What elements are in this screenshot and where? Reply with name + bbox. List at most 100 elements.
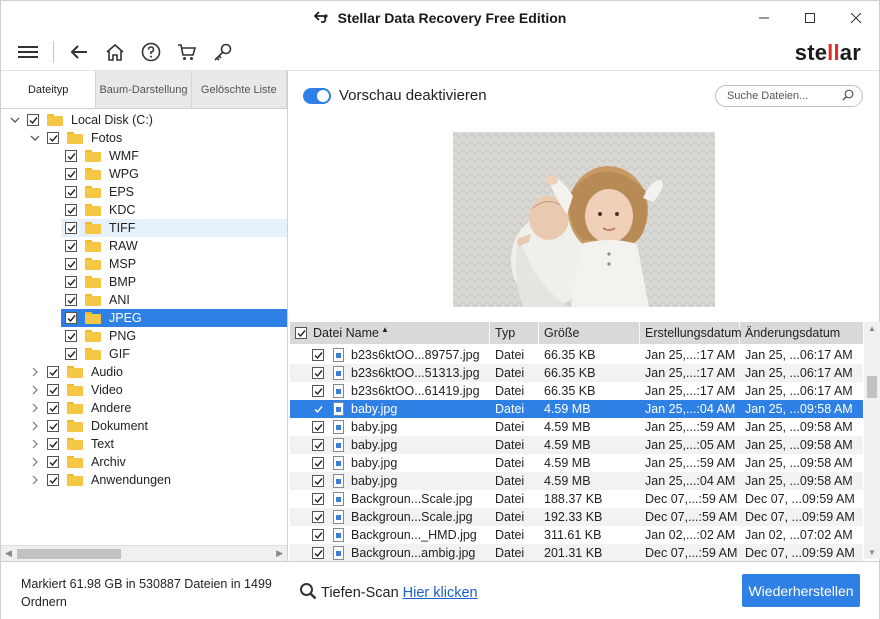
- tree-item-wpg[interactable]: WPG: [61, 165, 287, 183]
- tree-item-fotos[interactable]: Fotos: [1, 129, 287, 147]
- tree-item-checkbox[interactable]: [47, 420, 59, 432]
- tree-item-checkbox[interactable]: [65, 150, 77, 162]
- table-row[interactable]: baby.jpg Datei 4.59 MB Jan 25,...:59 AM Jan …: [290, 418, 863, 436]
- tab-dateityp[interactable]: Dateityp: [1, 71, 97, 108]
- help-icon[interactable]: [140, 41, 162, 63]
- table-row[interactable]: b23s6ktOO...51313.jpg Datei 66.35 KB Jan 25…: [290, 364, 863, 382]
- chevron-right-icon[interactable]: [29, 402, 41, 414]
- scrollbar-thumb[interactable]: [867, 376, 877, 398]
- row-checkbox[interactable]: [312, 439, 324, 451]
- table-row[interactable]: Backgroun...ambig.jpg Datei 201.31 KB Dec 0…: [290, 544, 863, 562]
- tree-item-checkbox[interactable]: [27, 114, 39, 126]
- tree-item-checkbox[interactable]: [47, 402, 59, 414]
- home-icon[interactable]: [104, 41, 126, 63]
- scrollbar-thumb[interactable]: [17, 549, 121, 559]
- scroll-up-icon[interactable]: ▲: [868, 324, 876, 333]
- minimize-button[interactable]: [741, 1, 787, 34]
- tree-item-checkbox[interactable]: [47, 384, 59, 396]
- tab-baum-darstellung[interactable]: Baum-Darstellung: [96, 71, 192, 108]
- search-icon[interactable]: [842, 89, 854, 104]
- row-checkbox[interactable]: [312, 547, 324, 559]
- chevron-right-icon[interactable]: [29, 384, 41, 396]
- key-icon[interactable]: [212, 41, 234, 63]
- chevron-right-icon[interactable]: [29, 474, 41, 486]
- tree-item-checkbox[interactable]: [47, 474, 59, 486]
- chevron-down-icon[interactable]: [29, 132, 41, 144]
- row-checkbox[interactable]: [312, 457, 324, 469]
- tree-item-bmp[interactable]: BMP: [61, 273, 287, 291]
- tree-item-eps[interactable]: EPS: [61, 183, 287, 201]
- preview-toggle[interactable]: [303, 87, 331, 104]
- column-header-name[interactable]: Datei Name ▲: [290, 322, 490, 344]
- tree-item-checkbox[interactable]: [65, 258, 77, 270]
- chevron-right-icon[interactable]: [29, 438, 41, 450]
- tree-item-checkbox[interactable]: [65, 186, 77, 198]
- row-checkbox[interactable]: [312, 493, 324, 505]
- tree-item-audio[interactable]: Audio: [1, 363, 287, 381]
- deep-scan-link[interactable]: Hier klicken: [403, 585, 478, 601]
- chevron-right-icon[interactable]: [29, 420, 41, 432]
- tree-item-checkbox[interactable]: [65, 276, 77, 288]
- row-checkbox[interactable]: [312, 511, 324, 523]
- tree-item-anwendungen[interactable]: Anwendungen: [1, 471, 287, 489]
- chevron-down-icon[interactable]: [9, 114, 21, 126]
- maximize-button[interactable]: [787, 1, 833, 34]
- row-checkbox[interactable]: [312, 349, 324, 361]
- column-header-modified[interactable]: Änderungsdatum: [740, 322, 863, 344]
- tab-geloeschte-liste[interactable]: Gelöschte Liste: [191, 71, 287, 108]
- search-input[interactable]: Suche Dateien...: [715, 85, 863, 107]
- table-row[interactable]: baby.jpg Datei 4.59 MB Jan 25,...:59 AM Jan …: [290, 454, 863, 472]
- tree-item-jpeg[interactable]: JPEG: [61, 309, 287, 327]
- file-list-vertical-scrollbar[interactable]: ▲ ▼: [864, 322, 880, 559]
- tree-item-checkbox[interactable]: [65, 168, 77, 180]
- table-row[interactable]: baby.jpg Datei 4.59 MB Jan 25,...:04 AM Jan …: [290, 472, 863, 490]
- tree-item-video[interactable]: Video: [1, 381, 287, 399]
- tree-item-png[interactable]: PNG: [61, 327, 287, 345]
- tree-item-checkbox[interactable]: [65, 204, 77, 216]
- table-row[interactable]: b23s6ktOO...61419.jpg Datei 66.35 KB Jan 25…: [290, 382, 863, 400]
- table-row[interactable]: baby.jpg Datei 4.59 MB Jan 25,...:04 AM Jan …: [290, 400, 863, 418]
- scroll-down-icon[interactable]: ▼: [868, 548, 876, 557]
- tree-item-text[interactable]: Text: [1, 435, 287, 453]
- tree-item-checkbox[interactable]: [65, 330, 77, 342]
- tree-item-checkbox[interactable]: [65, 240, 77, 252]
- tree-item-checkbox[interactable]: [65, 294, 77, 306]
- tree-item-local-disk-c[interactable]: Local Disk (C:): [1, 111, 287, 129]
- row-checkbox[interactable]: [312, 529, 324, 541]
- chevron-right-icon[interactable]: [29, 456, 41, 468]
- column-header-created[interactable]: Erstellungsdatum: [640, 322, 742, 344]
- tree-item-dokument[interactable]: Dokument: [1, 417, 287, 435]
- tree-item-checkbox[interactable]: [65, 222, 77, 234]
- column-header-type[interactable]: Typ: [490, 322, 539, 344]
- chevron-right-icon[interactable]: [29, 366, 41, 378]
- close-button[interactable]: [833, 1, 879, 34]
- select-all-checkbox[interactable]: [295, 327, 307, 339]
- row-checkbox[interactable]: [312, 421, 324, 433]
- tree-item-checkbox[interactable]: [65, 312, 77, 324]
- table-row[interactable]: b23s6ktOO...89757.jpg Datei 66.35 KB Jan 25…: [290, 346, 863, 364]
- row-checkbox[interactable]: [312, 403, 324, 415]
- row-checkbox[interactable]: [312, 475, 324, 487]
- table-row[interactable]: Backgroun...Scale.jpg Datei 192.33 KB Dec 0…: [290, 508, 863, 526]
- cart-icon[interactable]: [176, 41, 198, 63]
- tree-item-raw[interactable]: RAW: [61, 237, 287, 255]
- tree-item-msp[interactable]: MSP: [61, 255, 287, 273]
- tree-item-checkbox[interactable]: [47, 456, 59, 468]
- tree-horizontal-scrollbar[interactable]: ◀ ▶: [1, 545, 287, 561]
- tree-item-checkbox[interactable]: [47, 366, 59, 378]
- recover-button[interactable]: Wiederherstellen: [742, 574, 860, 607]
- tree-item-checkbox[interactable]: [47, 438, 59, 450]
- table-row[interactable]: Backgroun..._HMD.jpg Datei 311.61 KB Jan 02…: [290, 526, 863, 544]
- tree-item-tiff[interactable]: TIFF: [61, 219, 287, 237]
- tree-item-ani[interactable]: ANI: [61, 291, 287, 309]
- tree-item-wmf[interactable]: WMF: [61, 147, 287, 165]
- back-arrow-icon[interactable]: [68, 41, 90, 63]
- tree-item-checkbox[interactable]: [47, 132, 59, 144]
- tree-item-checkbox[interactable]: [65, 348, 77, 360]
- table-row[interactable]: Backgroun...Scale.jpg Datei 188.37 KB Dec 0…: [290, 490, 863, 508]
- row-checkbox[interactable]: [312, 367, 324, 379]
- menu-icon[interactable]: [17, 41, 39, 63]
- tree-item-archiv[interactable]: Archiv: [1, 453, 287, 471]
- row-checkbox[interactable]: [312, 385, 324, 397]
- tree-item-gif[interactable]: GIF: [61, 345, 287, 363]
